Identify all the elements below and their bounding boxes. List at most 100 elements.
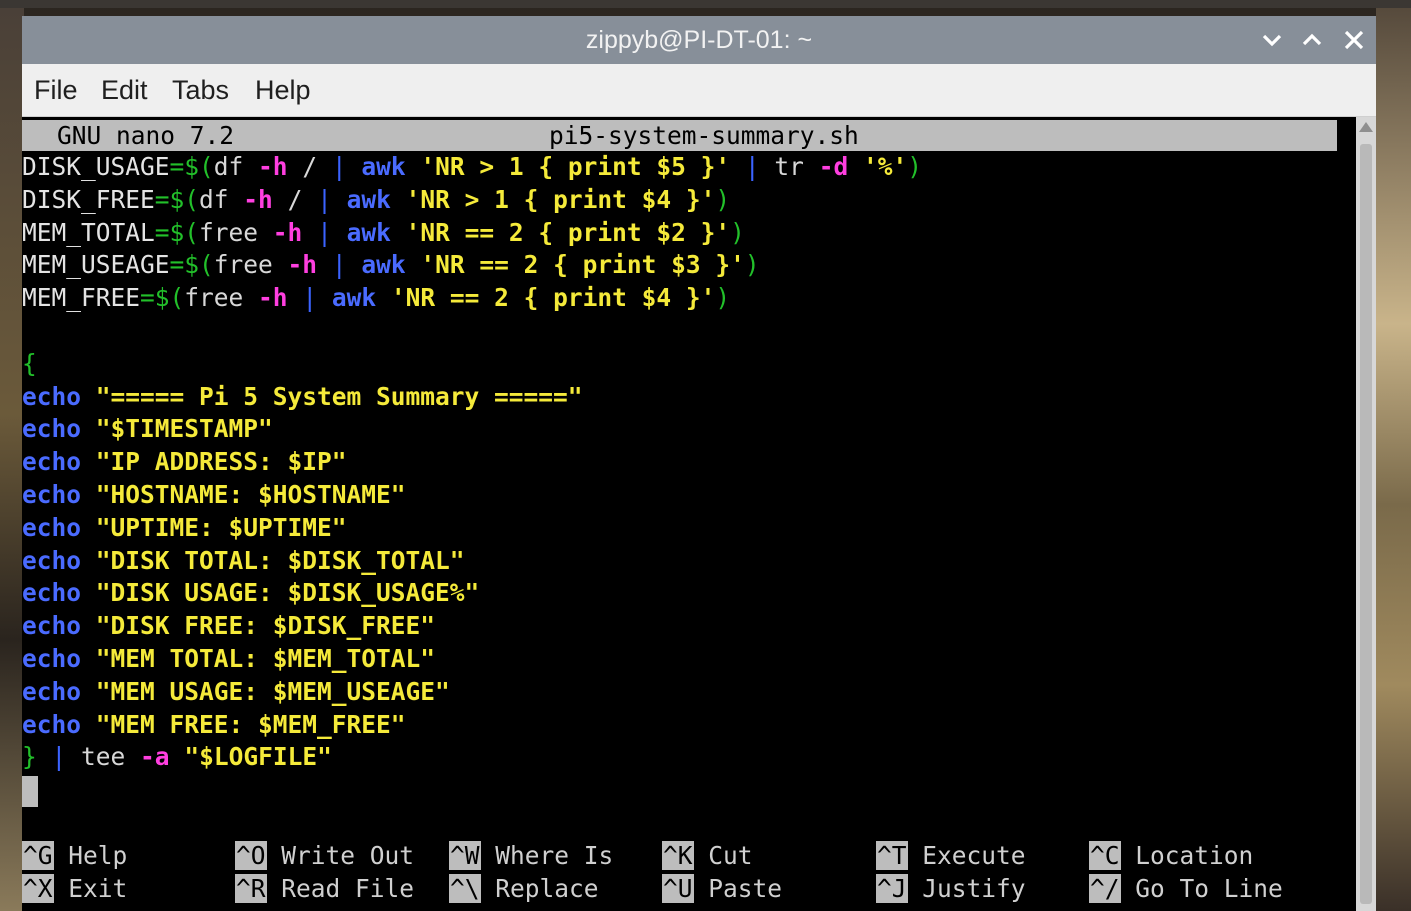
blank-line (22, 315, 922, 348)
code-token: DISK_FREE (22, 184, 155, 214)
shortcut-execute[interactable]: ^T Execute (876, 839, 1026, 872)
shortcut-key: ^G (22, 841, 54, 870)
code-token: ) (715, 283, 731, 313)
shortcut-label: Help (53, 841, 128, 870)
disk-free-line: DISK_FREE=$(df -h / | awk 'NR > 1 { prin… (22, 184, 922, 217)
code-token: DISK_USAGE (22, 152, 170, 181)
mem-total-line: MEM_TOTAL=$(free -h | awk 'NR == 2 { pri… (22, 217, 922, 250)
code-token: ) (715, 184, 731, 214)
code-token: | (331, 250, 347, 280)
shortcut-key: ^\ (449, 874, 481, 903)
shortcut-key: ^O (235, 841, 267, 870)
code-token: "MEM TOTAL: $MEM_TOTAL" (95, 643, 436, 673)
code-token: echo (22, 545, 82, 575)
code-token: MEM_TOTAL (22, 217, 155, 247)
code-token: | (331, 152, 347, 181)
shortcut-exit[interactable]: ^X Exit (22, 872, 127, 905)
shortcut-label: Justify (907, 874, 1026, 903)
code-token: echo (22, 512, 82, 542)
shortcut-label: Where Is (480, 841, 614, 870)
menu-file[interactable]: File (34, 64, 78, 116)
editor-buffer[interactable]: DISK_USAGE=$(df -h / | awk 'NR > 1 { pri… (22, 151, 922, 807)
shortcut-key: ^J (876, 874, 908, 903)
code-token: free (213, 250, 288, 280)
window-title: zippyb@PI-DT-01: ~ (585, 26, 813, 54)
code-token: 'NR == 2 { print $4 }' (390, 283, 716, 313)
code-token: awk (346, 184, 391, 214)
shortcut-key: ^/ (1089, 874, 1121, 903)
shortcut-cut[interactable]: ^K Cut (662, 839, 753, 872)
shortcut-write-out[interactable]: ^O Write Out (235, 839, 414, 872)
menu-bar: File Edit Tabs Help (22, 64, 1376, 117)
terminal-area[interactable]: GNU nano 7.2 pi5-system-summary.sh DISK_… (22, 117, 1356, 911)
scrollbar-thumb[interactable] (1360, 144, 1372, 904)
code-token: echo (22, 447, 82, 477)
shortcut-justify[interactable]: ^J Justify (876, 872, 1026, 905)
echo-hostname-line: echo "HOSTNAME: $HOSTNAME" (22, 479, 922, 512)
shortcut-label: Write Out (266, 841, 415, 870)
code-token: =$( (169, 250, 214, 280)
code-token: "IP ADDRESS: $IP" (95, 447, 347, 477)
code-token: -h (258, 152, 288, 181)
shortcut-label: Replace (480, 874, 599, 903)
shortcut-help[interactable]: ^G Help (22, 839, 127, 872)
title-bar[interactable]: zippyb@PI-DT-01: ~ (22, 16, 1376, 64)
code-token: ) (730, 217, 745, 247)
shortcut-location[interactable]: ^C Location (1089, 839, 1253, 872)
maximize-icon[interactable] (1296, 24, 1328, 56)
shortcut-replace[interactable]: ^\ Replace (449, 872, 599, 905)
minimize-icon[interactable] (1256, 24, 1288, 56)
close-icon[interactable] (1338, 24, 1370, 56)
code-token: MEM_USEAGE (22, 250, 170, 280)
code-token: =$( (154, 184, 200, 214)
code-token: tr (774, 152, 819, 181)
shortcut-key: ^X (22, 874, 54, 903)
code-token: echo (22, 643, 82, 673)
code-token: ) (744, 250, 760, 280)
shortcut-where-is[interactable]: ^W Where Is (449, 839, 613, 872)
code-token: | (730, 152, 775, 181)
echo-disk-free-line: echo "DISK FREE: $DISK_FREE" (22, 610, 922, 643)
open-brace-line: { (22, 348, 922, 381)
echo-mem-usage-line: echo "MEM USAGE: $MEM_USEAGE" (22, 676, 922, 709)
code-token: '%' (862, 152, 908, 181)
menu-help[interactable]: Help (255, 64, 311, 116)
code-token: ) (907, 152, 922, 181)
echo-mem-free-line: echo "MEM FREE: $MEM_FREE" (22, 709, 922, 742)
shortcut-key: ^C (1089, 841, 1121, 870)
shortcut-key: ^W (449, 841, 481, 870)
desktop-wallpaper-left (0, 8, 24, 911)
shortcut-key: ^R (235, 874, 267, 903)
shortcut-go-to-line[interactable]: ^/ Go To Line (1089, 872, 1283, 905)
menu-edit[interactable]: Edit (101, 64, 148, 116)
code-token: 'NR == 2 { print $3 }' (420, 250, 745, 280)
shortcut-key: ^T (876, 841, 908, 870)
menu-tabs[interactable]: Tabs (172, 64, 229, 116)
code-token: awk (346, 217, 391, 247)
shortcut-read-file[interactable]: ^R Read File (235, 872, 414, 905)
shortcut-label: Paste (693, 874, 783, 903)
shortcut-paste[interactable]: ^U Paste (662, 872, 782, 905)
scroll-up-arrow-icon[interactable] (1359, 122, 1373, 132)
echo-title-line: echo "===== Pi 5 System Summary =====" (22, 381, 922, 414)
code-token: df (199, 184, 244, 214)
code-token: MEM_FREE (22, 283, 141, 313)
